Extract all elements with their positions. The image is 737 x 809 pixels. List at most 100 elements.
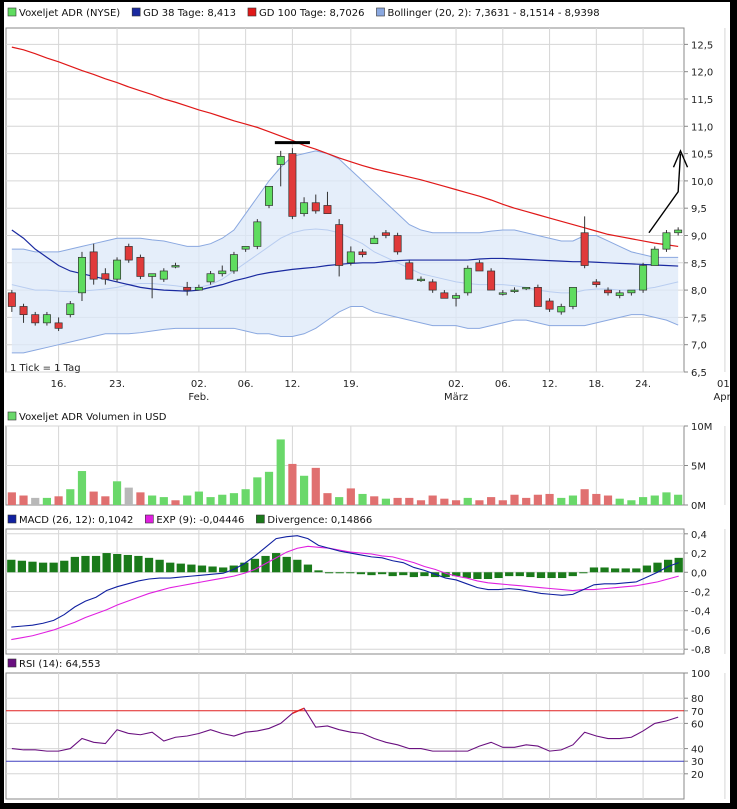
volume-bar bbox=[346, 488, 355, 505]
divergence-bar bbox=[589, 567, 599, 573]
rsi-ytick-label: 80 bbox=[691, 694, 704, 705]
volume-bar bbox=[148, 495, 157, 505]
candle-body bbox=[101, 273, 110, 280]
divergence-bar bbox=[558, 572, 567, 579]
candle-body bbox=[19, 306, 28, 316]
divergence-bar bbox=[314, 570, 323, 573]
volume-bar bbox=[218, 494, 227, 505]
volume-bar bbox=[498, 500, 507, 505]
candle-body bbox=[510, 289, 519, 292]
macd-ytick-label: 0,0 bbox=[691, 568, 707, 579]
candle-body bbox=[66, 303, 75, 316]
candle-body bbox=[113, 259, 122, 280]
volume-bar bbox=[299, 475, 309, 505]
divergence-bar bbox=[420, 572, 429, 577]
candle-body bbox=[440, 292, 449, 299]
volume-bar bbox=[288, 463, 297, 505]
price-ytick-label: 7,5 bbox=[691, 313, 707, 324]
macd-ytick-label: -0,4 bbox=[691, 607, 711, 618]
candle-body bbox=[159, 270, 168, 280]
divergence-bar bbox=[473, 572, 482, 579]
volume-bar bbox=[557, 497, 566, 505]
candle-body bbox=[650, 248, 659, 266]
divergence-bar bbox=[155, 559, 164, 573]
volume-bar bbox=[241, 489, 250, 505]
price-ytick-label: 11,5 bbox=[691, 95, 713, 106]
candle-body bbox=[229, 254, 238, 272]
volume-bar bbox=[136, 492, 145, 505]
volume-bar bbox=[568, 495, 578, 505]
price-legend-label: GD 100 Tage: 8,7026 bbox=[259, 8, 365, 19]
volume-bar bbox=[253, 477, 262, 505]
candle-body bbox=[592, 281, 601, 285]
volume-bar bbox=[112, 481, 122, 505]
volume-bar bbox=[101, 496, 110, 505]
volume-bar bbox=[522, 497, 531, 505]
macd-legend-swatch bbox=[145, 514, 154, 524]
volume-bar bbox=[19, 495, 28, 505]
volume-bar bbox=[54, 496, 63, 505]
volume-bar bbox=[650, 495, 659, 505]
divergence-bar bbox=[176, 563, 185, 573]
divergence-bar bbox=[494, 572, 503, 579]
candle-body bbox=[498, 292, 507, 295]
volume-bar bbox=[475, 500, 484, 505]
candle-body bbox=[89, 251, 98, 280]
x-tick-label: 23. bbox=[109, 379, 125, 390]
volume-legend-swatch bbox=[7, 411, 17, 421]
volume-bar bbox=[627, 500, 636, 505]
divergence-bar bbox=[388, 572, 397, 577]
candle-body bbox=[615, 292, 624, 296]
volume-bar bbox=[638, 497, 648, 505]
volume-bar bbox=[264, 471, 274, 505]
candle-body bbox=[253, 221, 262, 247]
x-tick-label: 18. bbox=[588, 379, 604, 390]
x-month-label: April bbox=[713, 392, 730, 403]
divergence-bar bbox=[547, 572, 556, 579]
volume-bar bbox=[603, 495, 613, 505]
candle-body bbox=[288, 153, 297, 217]
price-legend-swatch bbox=[247, 7, 257, 17]
volume-bar bbox=[487, 497, 496, 505]
price-ytick-label: 8,5 bbox=[691, 259, 707, 270]
divergence-bar bbox=[303, 564, 313, 573]
divergence-bar bbox=[674, 557, 683, 573]
volume-bar bbox=[323, 493, 332, 505]
candle-body bbox=[487, 270, 496, 291]
volume-ytick-label: 5M bbox=[691, 462, 706, 473]
candle-body bbox=[604, 289, 612, 294]
volume-bar bbox=[311, 467, 320, 505]
divergence-bar bbox=[505, 572, 514, 577]
candle-body bbox=[545, 300, 554, 310]
volume-bar bbox=[42, 497, 52, 505]
x-tick-label: 06. bbox=[495, 379, 511, 390]
rsi-ytick-label: 40 bbox=[691, 745, 704, 756]
divergence-bar bbox=[642, 565, 652, 573]
divergence-bar bbox=[113, 554, 122, 573]
price-legend-label: Bollinger (20, 2): 7,3631 - 8,1514 - 8,9… bbox=[387, 8, 599, 19]
candle-body bbox=[323, 205, 332, 215]
volume-bar bbox=[31, 497, 40, 505]
candle-body bbox=[124, 246, 133, 261]
divergence-bar bbox=[600, 567, 609, 573]
candle-body bbox=[452, 295, 461, 299]
volume-bar bbox=[77, 471, 87, 505]
chart-frame: 6,5 7,0 7,5 8,0 8,5 9,0 9,5 10,0 10,5 11,0 11,5 12,… bbox=[4, 2, 730, 803]
volume-bar bbox=[66, 489, 75, 505]
tick-note: 1 Tick = 1 Tag bbox=[10, 363, 81, 374]
price-ytick-label: 10,5 bbox=[691, 150, 713, 161]
divergence-bar bbox=[526, 572, 535, 578]
price-legend-label: Voxeljet ADR (NYSE) bbox=[19, 8, 120, 19]
volume-bar bbox=[89, 491, 98, 505]
divergence-bar bbox=[282, 556, 291, 573]
candle-body bbox=[463, 267, 472, 294]
candle-body bbox=[358, 251, 367, 255]
divergence-bar bbox=[17, 560, 27, 573]
candle-body bbox=[417, 278, 425, 282]
divergence-bar bbox=[483, 572, 493, 579]
candle-body bbox=[206, 273, 215, 283]
candle-body bbox=[148, 273, 157, 277]
candle-body bbox=[265, 185, 273, 206]
macd-ytick-label: -0,8 bbox=[691, 645, 711, 656]
volume-bar bbox=[405, 497, 414, 505]
